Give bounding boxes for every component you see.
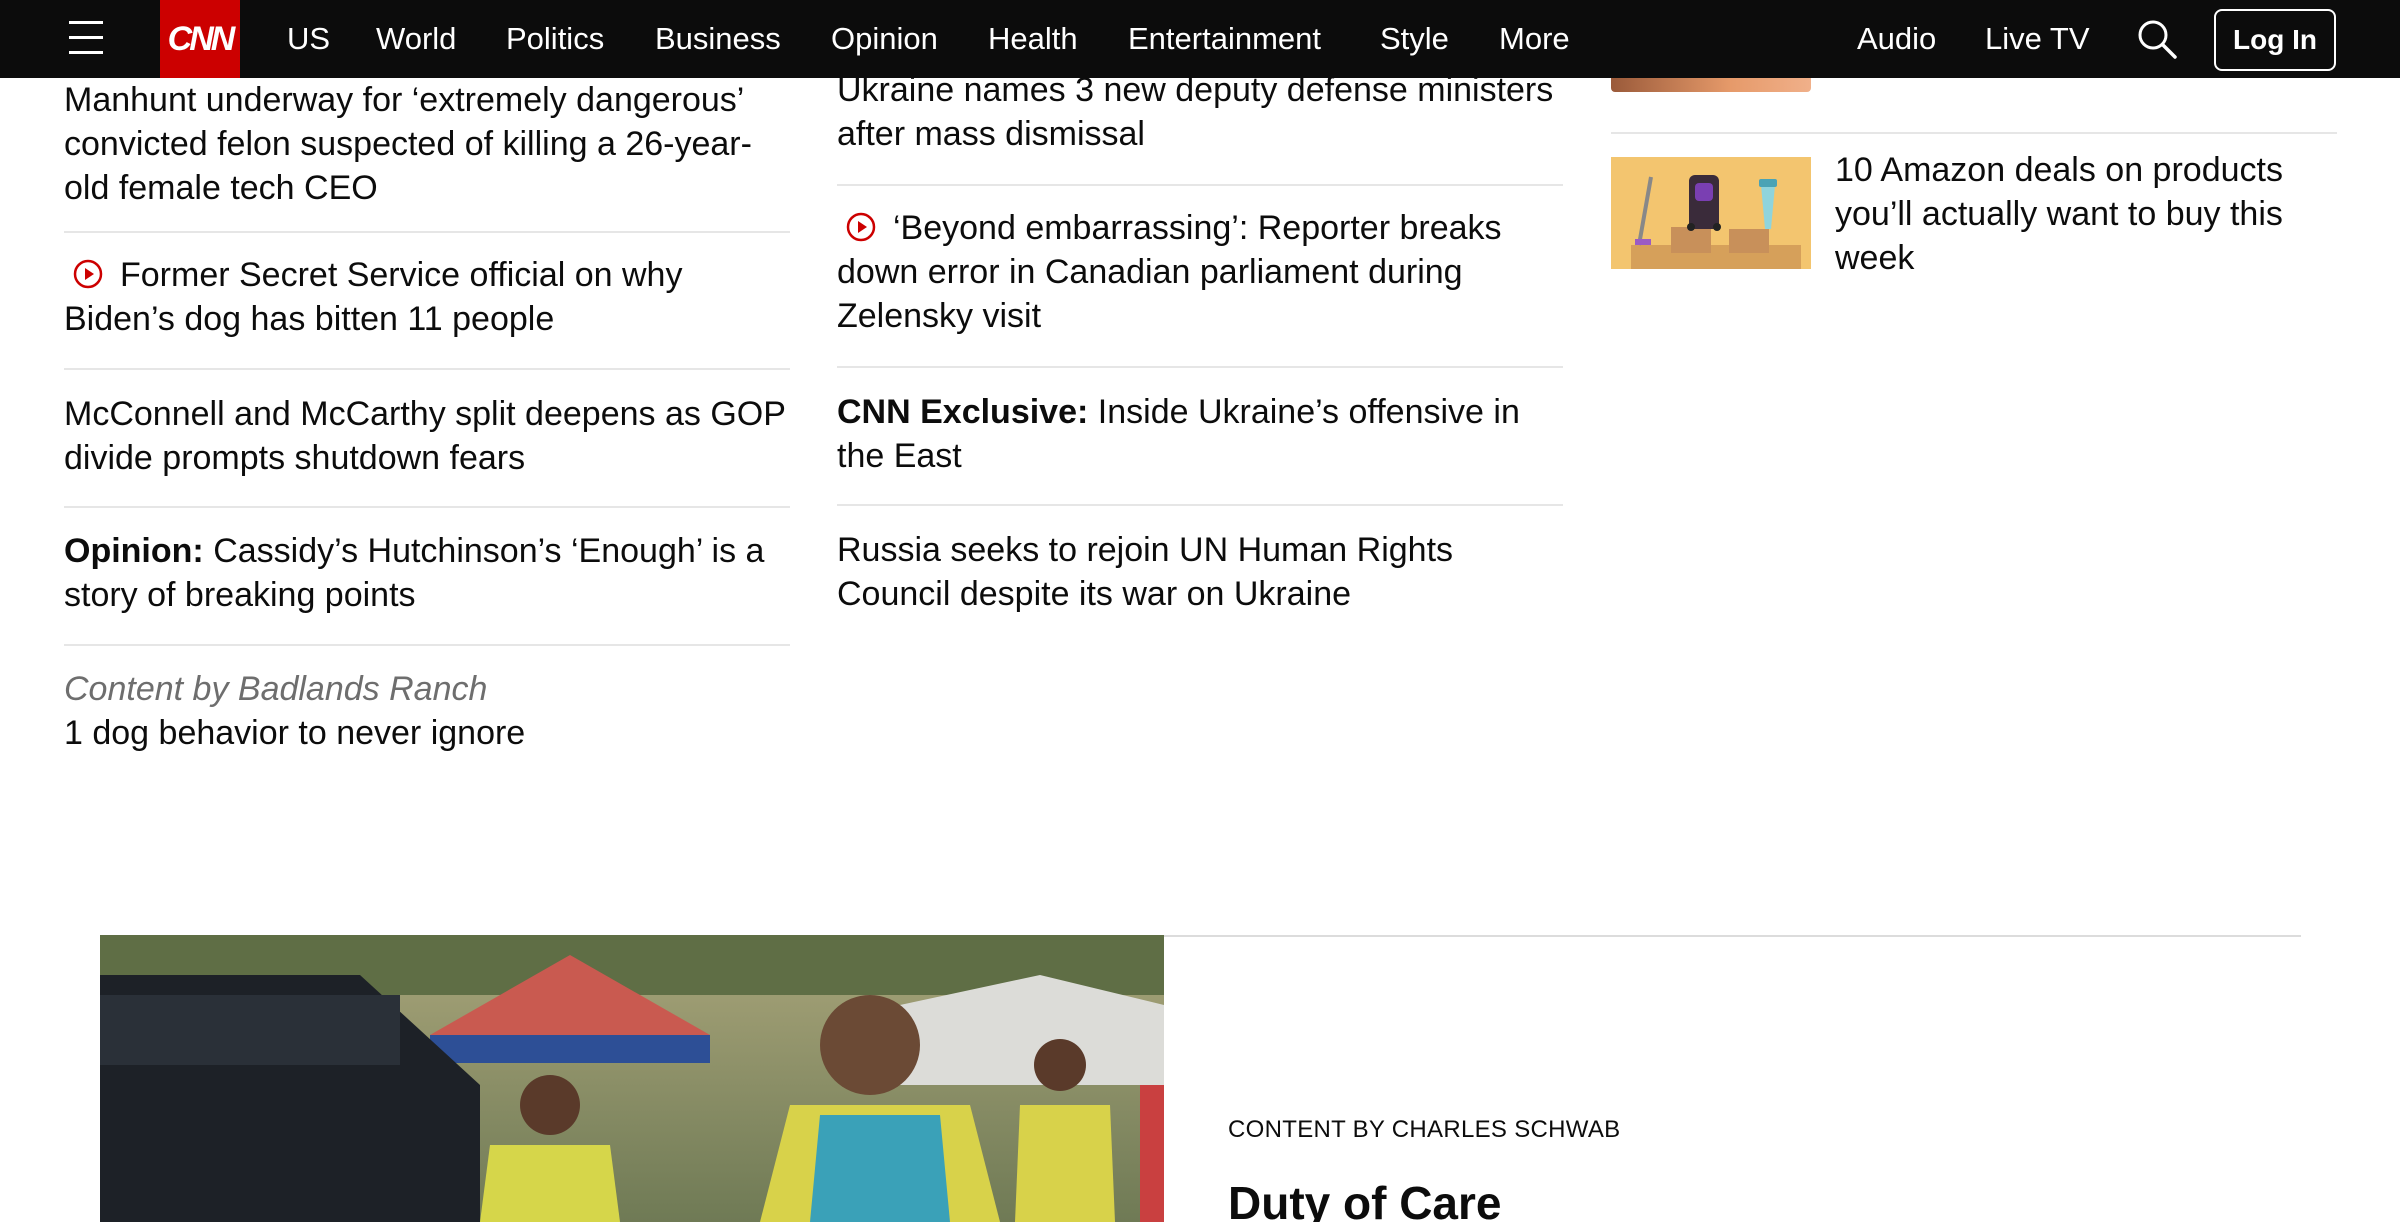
search-icon[interactable] xyxy=(2136,18,2178,60)
nav-item-audio[interactable]: Audio xyxy=(1857,0,1936,78)
headline-item[interactable]: McConnell and McCarthy split deepens as … xyxy=(64,392,790,480)
nav-item-live-tv[interactable]: Live TV xyxy=(1985,0,2090,78)
headline-text: Ukraine names 3 new deputy defense minis… xyxy=(837,71,1554,153)
divider xyxy=(64,644,790,646)
divider xyxy=(1611,132,2337,134)
nav-item-health[interactable]: Health xyxy=(988,0,1078,78)
headline-text: Former Secret Service official on why Bi… xyxy=(64,256,683,338)
headline-item[interactable]: Ukraine names 3 new deputy defense minis… xyxy=(837,68,1563,156)
cnn-logo[interactable]: CNN xyxy=(160,0,240,78)
headline-item[interactable]: ‘Beyond embarrassing’: Reporter breaks d… xyxy=(837,206,1563,338)
divider xyxy=(64,368,790,370)
previous-story-thumbnail[interactable] xyxy=(1611,78,1811,92)
feature-title[interactable]: Duty of Care xyxy=(1228,1176,1501,1222)
log-in-button[interactable]: Log In xyxy=(2214,9,2336,71)
play-circle-icon xyxy=(845,210,877,242)
amazon-deals-headline[interactable]: 10 Amazon deals on products you’ll actua… xyxy=(1835,148,2335,280)
logo-text: CNN xyxy=(167,19,236,58)
feature-photo[interactable] xyxy=(100,935,1164,1222)
sponsored-headline: 1 dog behavior to never ignore xyxy=(64,714,526,752)
headline-item[interactable]: Russia seeks to rejoin UN Human Rights C… xyxy=(837,528,1563,616)
play-circle-icon xyxy=(72,257,104,289)
divider xyxy=(837,366,1563,368)
nav-item-more[interactable]: More xyxy=(1499,0,1570,78)
headline-text: Manhunt underway for ‘extremely dangerou… xyxy=(64,81,752,207)
headline-prefix: Opinion: xyxy=(64,532,204,570)
headline-item[interactable]: Former Secret Service official on why Bi… xyxy=(64,253,790,341)
headline-text: ‘Beyond embarrassing’: Reporter breaks d… xyxy=(837,209,1502,335)
amazon-deals-thumbnail[interactable] xyxy=(1611,157,1811,269)
nav-item-us[interactable]: US xyxy=(287,0,330,78)
hamburger-menu-icon[interactable] xyxy=(66,18,108,58)
headline-item[interactable]: CNN Exclusive: Inside Ukraine’s offensiv… xyxy=(837,390,1563,478)
headline-text: McConnell and McCarthy split deepens as … xyxy=(64,395,786,477)
top-navigation: CNN US World Politics Business Opinion H… xyxy=(0,0,2400,78)
headline-item[interactable]: Manhunt underway for ‘extremely dangerou… xyxy=(64,78,790,210)
divider xyxy=(837,184,1563,186)
divider xyxy=(64,231,790,233)
headline-text: Russia seeks to rejoin UN Human Rights C… xyxy=(837,531,1454,613)
feature-divider xyxy=(1164,935,2301,937)
divider xyxy=(64,506,790,508)
nav-item-entertainment[interactable]: Entertainment xyxy=(1128,0,1321,78)
nav-item-politics[interactable]: Politics xyxy=(506,0,604,78)
sponsored-item[interactable]: Content by Badlands Ranch 1 dog behavior… xyxy=(64,667,790,755)
feature-kicker: CONTENT BY CHARLES SCHWAB xyxy=(1228,1116,1621,1143)
nav-item-style[interactable]: Style xyxy=(1380,0,1449,78)
headline-prefix: CNN Exclusive: xyxy=(837,393,1089,431)
sponsor-label: Content by Badlands Ranch xyxy=(64,670,488,708)
divider xyxy=(837,504,1563,506)
nav-item-business[interactable]: Business xyxy=(655,0,781,78)
headline-item[interactable]: Opinion: Cassidy’s Hutchinson’s ‘Enough’… xyxy=(64,529,790,617)
nav-item-opinion[interactable]: Opinion xyxy=(831,0,938,78)
nav-item-world[interactable]: World xyxy=(376,0,456,78)
